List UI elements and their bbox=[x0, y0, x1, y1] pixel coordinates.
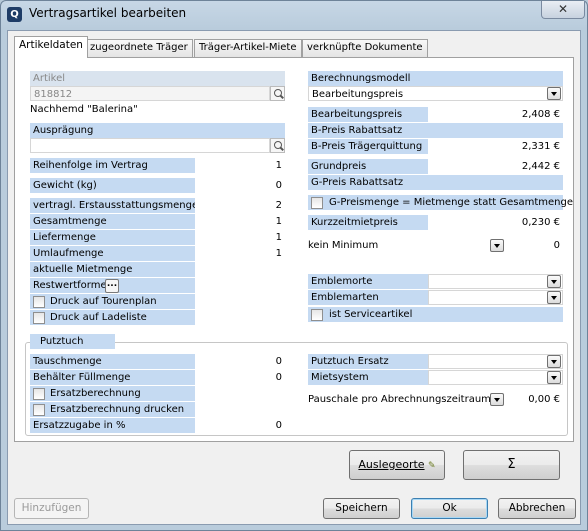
save-button[interactable]: Speichern bbox=[323, 498, 400, 519]
auspraegung-field[interactable] bbox=[30, 138, 270, 153]
artikel-label: Artikel bbox=[30, 71, 285, 86]
tab-panel-artikeldaten: Artikel 818812 Nachhemd "Balerina" Auspr… bbox=[14, 57, 574, 442]
reihenfolge-field[interactable]: 1 bbox=[195, 158, 285, 173]
add-button[interactable]: Hinzufügen bbox=[14, 498, 89, 519]
behaelter-label: Behälter Füllmenge bbox=[30, 370, 195, 385]
bpreis-traeger-label: B-Preis Trägerquittung bbox=[308, 139, 428, 154]
emblemorte-label: Emblemorte bbox=[308, 274, 428, 289]
emblemarten-select[interactable] bbox=[428, 290, 563, 305]
berechnungsmodell-label: Berechnungsmodell bbox=[308, 71, 563, 86]
bearbeitungspreis-label: Bearbeitungspreis bbox=[308, 107, 428, 122]
putztuch-group-label: Putztuch bbox=[30, 334, 115, 349]
emblemorte-select[interactable] bbox=[428, 274, 563, 289]
bpreis-rabatt-field[interactable] bbox=[428, 123, 563, 138]
tab-artikeldaten[interactable]: Artikeldaten bbox=[14, 36, 88, 58]
serviceartikel-label: ist Serviceartikel bbox=[329, 309, 413, 320]
ersatzberechnung-label: Ersatzberechnung bbox=[50, 388, 141, 399]
ladeliste-checkbox[interactable] bbox=[33, 312, 45, 324]
gpreis-rabatt-label: G-Preis Rabattsatz bbox=[308, 175, 428, 190]
mietsystem-select[interactable] bbox=[428, 370, 563, 385]
dialog-client: Artikeldaten zugeordnete Träger Träger-A… bbox=[7, 30, 581, 525]
serviceartikel-checkbox[interactable] bbox=[311, 309, 323, 321]
window-title: Vertragsartikel bearbeiten bbox=[29, 6, 187, 20]
minimum-chevron-down-icon[interactable] bbox=[490, 239, 504, 252]
gpreis-rabatt-field[interactable] bbox=[428, 175, 563, 190]
grundpreis-field[interactable]: 2,442 € bbox=[428, 159, 563, 174]
auslegeorte-label: Auslegeorte bbox=[358, 458, 425, 471]
berechnungsmodell-chevron-down-icon[interactable] bbox=[547, 87, 561, 100]
emblemarten-label: Emblemarten bbox=[308, 290, 428, 305]
erstausstattung-label: vertragl. Erstausstattungsmenge bbox=[30, 198, 195, 213]
cancel-button[interactable]: Abbrechen bbox=[498, 498, 576, 519]
behaelter-field[interactable]: 0 bbox=[195, 370, 285, 385]
kurzzeit-label: Kurzzeitmietpreis bbox=[308, 215, 428, 230]
auspraegung-search-icon[interactable] bbox=[270, 138, 285, 153]
ladeliste-label: Druck auf Ladeliste bbox=[50, 312, 147, 323]
gesamtmenge-label: Gesamtmenge bbox=[30, 214, 195, 229]
emblemarten-chevron-down-icon[interactable] bbox=[547, 291, 561, 304]
app-icon: Q bbox=[7, 7, 22, 22]
tab-verknuepfte-dokumente[interactable]: verknüpfte Dokumente bbox=[302, 39, 428, 57]
umlaufmenge-label: Umlaufmenge bbox=[30, 246, 195, 261]
tauschmenge-field[interactable]: 0 bbox=[195, 354, 285, 369]
mietsystem-label: Mietsystem bbox=[308, 370, 428, 385]
pauschale-label: Pauschale pro Abrechnungszeitraum bbox=[308, 394, 491, 405]
putztuch-ersatz-chevron-down-icon[interactable] bbox=[547, 355, 561, 368]
putztuch-ersatz-label: Putztuch Ersatz bbox=[308, 354, 428, 369]
tab-zugeordnete-traeger[interactable]: zugeordnete Träger bbox=[85, 39, 193, 57]
umlaufmenge-field[interactable]: 1 bbox=[195, 246, 285, 261]
tab-traeger-artikel-miete[interactable]: Träger-Artikel-Miete bbox=[194, 39, 302, 57]
bearbeitungspreis-field[interactable]: 2,408 € bbox=[428, 107, 563, 122]
bpreis-traeger-field[interactable]: 2,331 € bbox=[428, 139, 563, 154]
gesamtmenge-field[interactable]: 1 bbox=[195, 214, 285, 229]
erstausstattung-field[interactable]: 2 bbox=[195, 198, 285, 213]
artikel-name: Nachhemd "Balerina" bbox=[30, 104, 138, 115]
pauschale-chevron-down-icon[interactable] bbox=[490, 393, 504, 406]
close-button[interactable]: ✕ bbox=[541, 1, 585, 19]
mietmenge-label: aktuelle Mietmenge bbox=[30, 262, 195, 277]
artikel-number-field: 818812 bbox=[30, 86, 270, 101]
ersatzzugabe-field[interactable]: 0 bbox=[195, 418, 285, 433]
auspraegung-label: Ausprägung bbox=[30, 123, 285, 138]
bpreis-rabatt-label: B-Preis Rabattsatz bbox=[308, 123, 428, 138]
gpreismenge-checkbox[interactable] bbox=[311, 197, 323, 209]
ersatzdruck-checkbox[interactable] bbox=[33, 404, 45, 416]
ersatzzugabe-label: Ersatzzugabe in % bbox=[30, 418, 195, 433]
sum-button[interactable]: Σ bbox=[463, 450, 560, 480]
artikel-search-icon[interactable] bbox=[270, 86, 285, 101]
gpreismenge-label: G-Preismenge = Mietmenge statt Gesamtmen… bbox=[329, 197, 574, 208]
restwertformel-button[interactable]: ... bbox=[105, 279, 119, 293]
mietsystem-chevron-down-icon[interactable] bbox=[547, 371, 561, 384]
emblemorte-chevron-down-icon[interactable] bbox=[547, 275, 561, 288]
liefermenge-field[interactable]: 1 bbox=[195, 230, 285, 245]
gewicht-field[interactable]: 0 bbox=[195, 178, 285, 193]
grundpreis-label: Grundpreis bbox=[308, 159, 428, 174]
minimum-field[interactable]: 0 bbox=[510, 238, 563, 253]
liefermenge-label: Liefermenge bbox=[30, 230, 195, 245]
berechnungsmodell-select[interactable]: Bearbeitungspreis bbox=[308, 86, 563, 101]
pin-icon: ✎ bbox=[428, 461, 436, 471]
tauschmenge-label: Tauschmenge bbox=[30, 354, 195, 369]
kurzzeit-field[interactable]: 0,230 € bbox=[428, 215, 563, 230]
ersatzberechnung-checkbox[interactable] bbox=[33, 388, 45, 400]
tourenplan-label: Druck auf Tourenplan bbox=[50, 296, 157, 307]
ok-button[interactable]: Ok bbox=[411, 498, 488, 519]
putztuch-ersatz-select[interactable] bbox=[428, 354, 563, 369]
title-bar[interactable]: Q Vertragsartikel bearbeiten ✕ bbox=[1, 1, 587, 29]
ersatzdruck-label: Ersatzberechnung drucken bbox=[50, 404, 185, 415]
dialog-window: Q Vertragsartikel bearbeiten ✕ Artikelda… bbox=[0, 0, 588, 531]
auslegeorte-button[interactable]: Auslegeorte ✎ bbox=[349, 450, 445, 480]
minimum-select[interactable]: kein Minimum bbox=[308, 238, 378, 253]
pauschale-field[interactable]: 0,00 € bbox=[510, 392, 563, 407]
tourenplan-checkbox[interactable] bbox=[33, 296, 45, 308]
gewicht-label: Gewicht (kg) bbox=[30, 178, 195, 193]
reihenfolge-label: Reihenfolge im Vertrag bbox=[30, 158, 195, 173]
